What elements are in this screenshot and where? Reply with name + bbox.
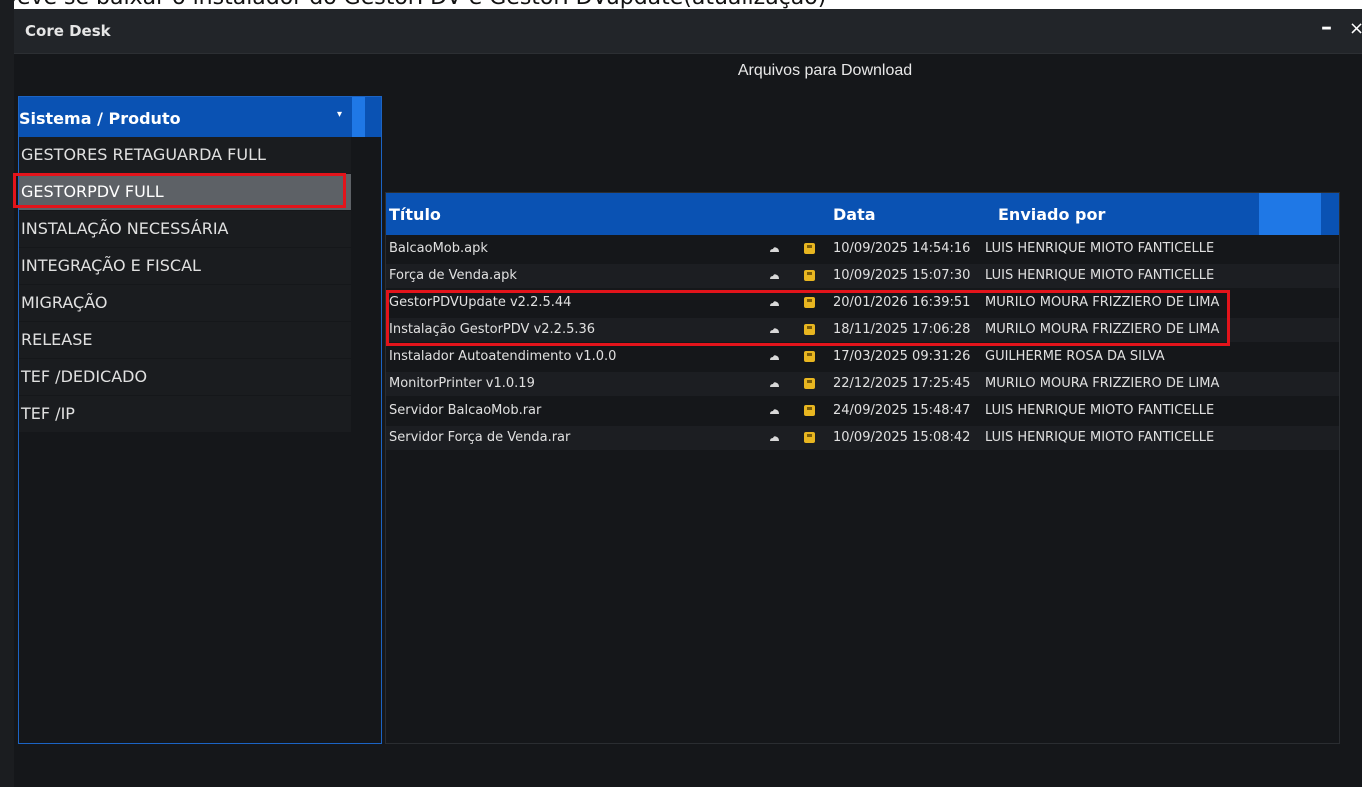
row-title: BalcaoMob.apk (389, 241, 488, 256)
save-icon[interactable] (804, 243, 815, 254)
menu-item-tef-dedicado[interactable]: TEF /DEDICADO (19, 359, 351, 395)
save-icon[interactable] (804, 270, 815, 281)
menu-item-instalacao-necessaria[interactable]: INSTALAÇÃO NECESSÁRIA (19, 211, 351, 247)
header-accent (1259, 193, 1321, 235)
row-date: 10/09/2025 14:54:16 (833, 241, 971, 256)
table-row[interactable]: MonitorPrinter v1.0.19 22/12/2025 17:25:4… (386, 372, 1339, 396)
table-row[interactable]: Servidor BalcaoMob.rar 24/09/2025 15:48:4… (386, 399, 1339, 423)
table-row[interactable]: BalcaoMob.apk 10/09/2025 14:54:16 LUIS HEN… (386, 237, 1339, 261)
cloud-icon[interactable] (769, 408, 779, 414)
row-sender: LUIS HENRIQUE MIOTO FANTICELLE (985, 241, 1215, 256)
row-title: Força de Venda.apk (389, 268, 517, 283)
window-title: Core Desk (25, 22, 111, 40)
row-sender: LUIS HENRIQUE MIOTO FANTICELLE (985, 430, 1215, 445)
cloud-icon[interactable] (769, 435, 779, 441)
save-icon[interactable] (804, 405, 815, 416)
row-date: 10/09/2025 15:07:30 (833, 268, 971, 283)
cloud-icon[interactable] (769, 381, 779, 387)
product-dropdown[interactable]: Sistema / Produto ▾ (19, 97, 381, 137)
dropdown-scroll-strip (352, 97, 365, 137)
minimize-button[interactable]: – (1321, 15, 1332, 40)
save-icon[interactable] (804, 378, 815, 389)
instruction-caption: Deve se baixar o instalador do GestorPDV… (0, 0, 1362, 9)
background-edge (0, 0, 14, 787)
row-sender: MURILO MOURA FRIZZIERO DE LIMA (985, 376, 1220, 391)
menu-item-integracao-e-fiscal[interactable]: INTEGRAÇÃO E FISCAL (19, 248, 351, 284)
cloud-icon[interactable] (769, 246, 779, 252)
column-header-sender[interactable]: Enviado por (998, 205, 1105, 224)
save-icon[interactable] (804, 432, 815, 443)
column-header-date[interactable]: Data (833, 205, 876, 224)
row-date: 24/09/2025 15:48:47 (833, 403, 971, 418)
menu-item-release[interactable]: RELEASE (19, 322, 351, 358)
close-button[interactable]: × (1349, 18, 1362, 39)
table-row[interactable]: Instalador Autoatendimento v1.0.0 17/03/2… (386, 345, 1339, 369)
header-scroll-cap (1321, 193, 1339, 235)
row-sender: LUIS HENRIQUE MIOTO FANTICELLE (985, 268, 1215, 283)
row-title: Servidor Força de Venda.rar (389, 430, 571, 445)
row-sender: GUILHERME ROSA DA SILVA (985, 349, 1165, 364)
cloud-icon[interactable] (769, 273, 779, 279)
menu-item-tef-ip[interactable]: TEF /IP (19, 396, 351, 432)
save-icon[interactable] (804, 351, 815, 362)
selection-highlight-box (13, 173, 346, 208)
column-header-title[interactable]: Título (389, 205, 441, 224)
row-title: Instalador Autoatendimento v1.0.0 (389, 349, 617, 364)
row-sender: LUIS HENRIQUE MIOTO FANTICELLE (985, 403, 1215, 418)
title-bar: Core Desk – × (14, 9, 1362, 54)
dropdown-label: Sistema / Produto (19, 109, 181, 128)
row-date: 22/12/2025 17:25:45 (833, 376, 971, 391)
cloud-icon[interactable] (769, 354, 779, 360)
table-row[interactable]: Força de Venda.apk 10/09/2025 15:07:30 LUI… (386, 264, 1339, 288)
table-row[interactable]: Servidor Força de Venda.rar 10/09/2025 15… (386, 426, 1339, 450)
row-date: 10/09/2025 15:08:42 (833, 430, 971, 445)
row-date: 17/03/2025 09:31:26 (833, 349, 971, 364)
table-header: Título Data Enviado por (386, 193, 1339, 235)
row-title: Servidor BalcaoMob.rar (389, 403, 542, 418)
downloads-table: Título Data Enviado por BalcaoMob.apk 10/… (385, 192, 1340, 744)
menu-item-migracao[interactable]: MIGRAÇÃO (19, 285, 351, 321)
section-title: Arquivos para Download (737, 62, 913, 79)
chevron-down-icon: ▾ (337, 109, 343, 120)
rows-highlight-box (386, 290, 1230, 346)
row-title: MonitorPrinter v1.0.19 (389, 376, 535, 391)
menu-item-gestores-retaguarda-full[interactable]: GESTORES RETAGUARDA FULL (19, 137, 351, 173)
